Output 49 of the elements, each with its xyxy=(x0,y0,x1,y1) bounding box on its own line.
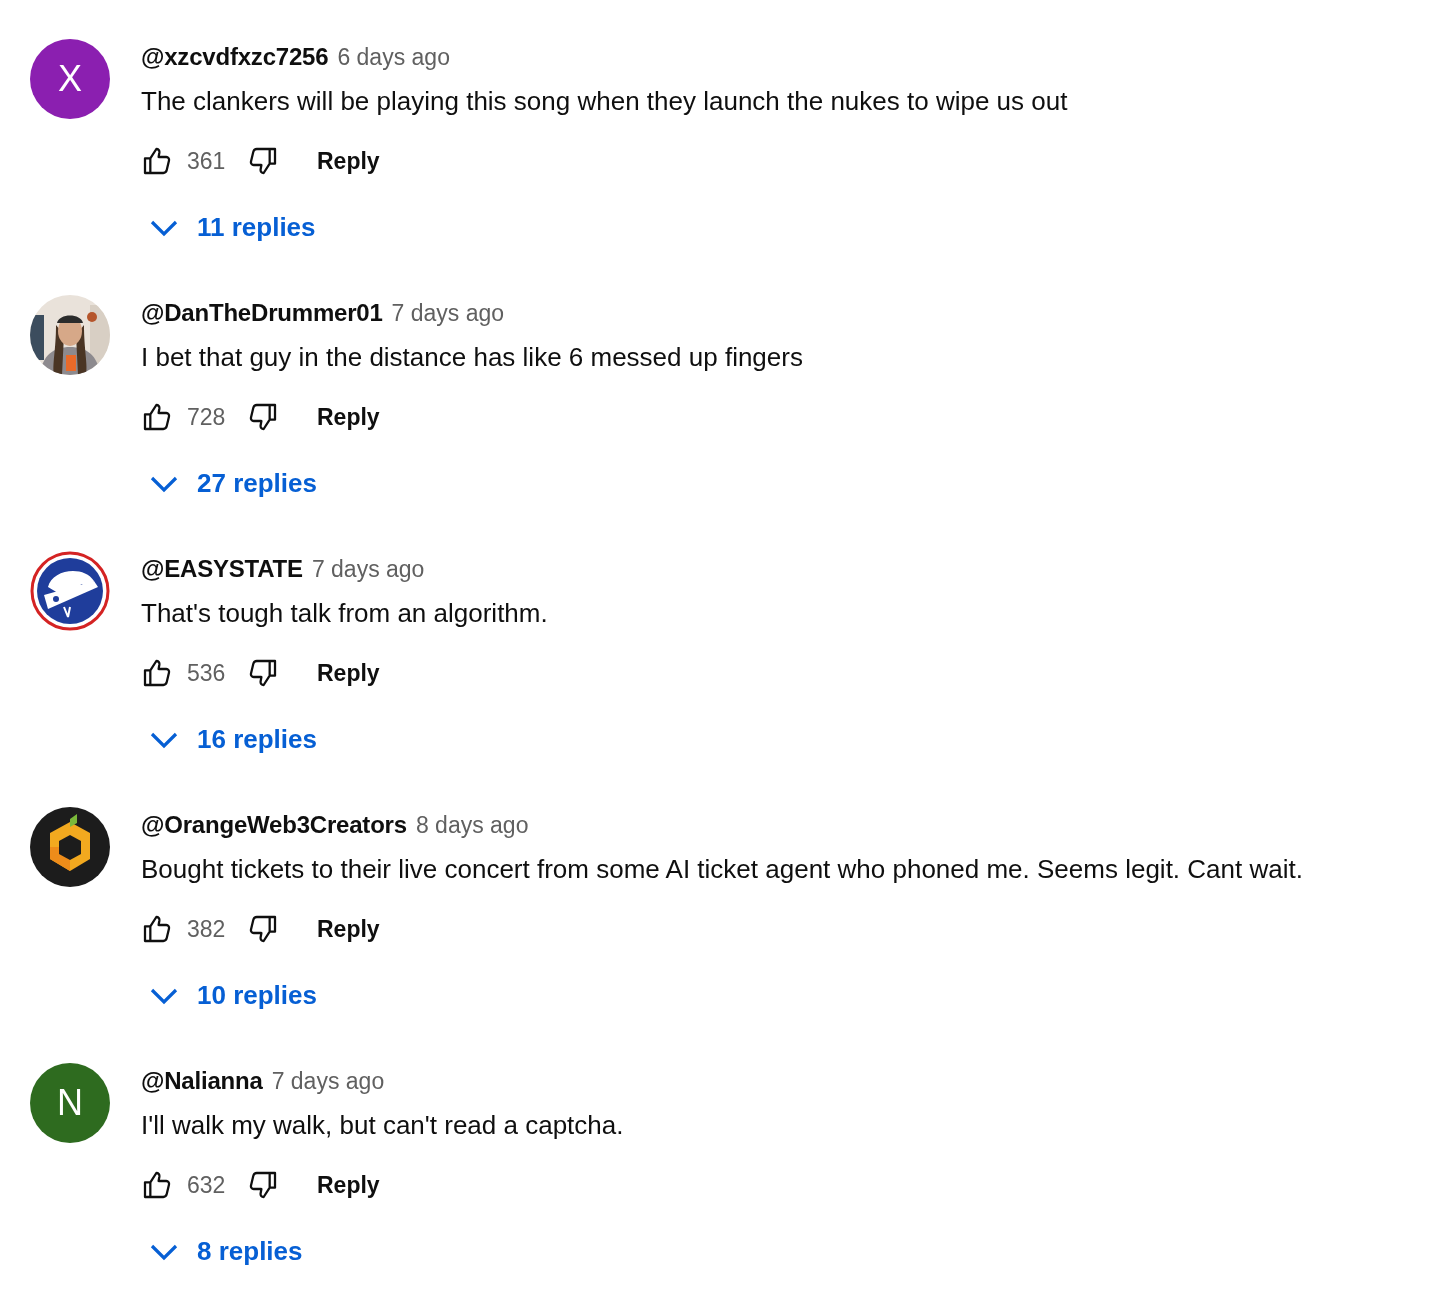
comment-text: That's tough talk from an algorithm. xyxy=(141,597,548,630)
like-count: 361 xyxy=(187,147,227,175)
dislike-icon[interactable] xyxy=(247,145,279,177)
comment-text: Bought tickets to their live concert from some AI ticket agent who phoned me. Seems legit. Cant wait. xyxy=(141,853,1303,886)
replies-button[interactable]: 11 replies xyxy=(141,206,324,249)
dislike-icon[interactable] xyxy=(247,913,279,945)
comment-author[interactable]: @EASYSTATE xyxy=(141,551,303,587)
comment-author[interactable]: @Nalianna xyxy=(141,1063,263,1099)
parachute-badge-icon xyxy=(30,551,110,631)
chevron-down-icon xyxy=(149,986,179,1005)
comment-text: I bet that guy in the distance has like 6 messed up fingers xyxy=(141,341,803,374)
cube-logo-icon xyxy=(30,807,110,887)
reply-button[interactable]: Reply xyxy=(317,653,380,693)
comment-time[interactable]: 7 days ago xyxy=(271,1063,385,1099)
comment-time[interactable]: 7 days ago xyxy=(391,295,505,331)
reply-button[interactable]: Reply xyxy=(317,909,380,949)
like-count: 632 xyxy=(187,1171,227,1199)
comment-time[interactable]: 8 days ago xyxy=(415,807,529,843)
like-icon[interactable] xyxy=(141,401,173,433)
like-icon[interactable] xyxy=(141,913,173,945)
comment-text: The clankers will be playing this song when they launch the nukes to wipe us out xyxy=(141,85,1068,118)
dislike-icon[interactable] xyxy=(247,1169,279,1201)
comment-author[interactable]: @OrangeWeb3Creators xyxy=(141,807,407,843)
replies-button[interactable]: 8 replies xyxy=(141,1230,311,1273)
replies-button[interactable]: 27 replies xyxy=(141,462,325,505)
replies-button[interactable]: 16 replies xyxy=(141,718,325,761)
avatar[interactable]: X xyxy=(30,39,110,119)
chevron-down-icon xyxy=(149,1242,179,1261)
dislike-icon[interactable] xyxy=(247,657,279,689)
like-count: 536 xyxy=(187,659,227,687)
comment-author[interactable]: @DanTheDrummer01 xyxy=(141,295,383,331)
chevron-down-icon xyxy=(149,730,179,749)
comment-author[interactable]: @xzcvdfxzc7256 xyxy=(141,39,329,75)
like-count: 382 xyxy=(187,915,227,943)
reply-button[interactable]: Reply xyxy=(317,397,380,437)
reply-button[interactable]: Reply xyxy=(317,141,380,181)
like-count: 728 xyxy=(187,403,227,431)
reply-button[interactable]: Reply xyxy=(317,1165,380,1205)
comment-time[interactable]: 7 days ago xyxy=(311,551,425,587)
comment-time[interactable]: 6 days ago xyxy=(337,39,450,75)
dislike-icon[interactable] xyxy=(247,401,279,433)
chevron-down-icon xyxy=(149,474,179,493)
like-icon[interactable] xyxy=(141,1169,173,1201)
avatar[interactable]: N xyxy=(30,1063,110,1143)
replies-button[interactable]: 10 replies xyxy=(141,974,325,1017)
comment-text: I'll walk my walk, but can't read a captcha. xyxy=(141,1109,624,1142)
chevron-down-icon xyxy=(149,218,179,237)
like-icon[interactable] xyxy=(141,145,173,177)
like-icon[interactable] xyxy=(141,657,173,689)
